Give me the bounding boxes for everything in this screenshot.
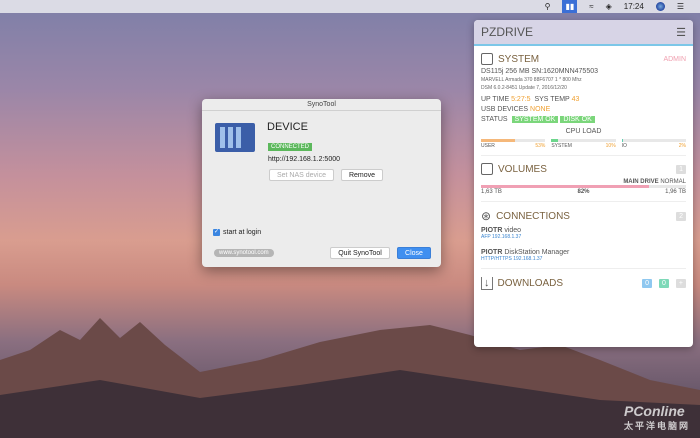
bar-label: SYSTEM (551, 143, 572, 149)
start-at-login-checkbox[interactable]: ✓ (213, 229, 220, 236)
conn-app: video (504, 227, 522, 234)
drive-state: NORMAL (660, 179, 686, 185)
bar-value: 53% (535, 143, 546, 149)
watermark-logo: PConline 太平洋电脑网 (623, 403, 690, 431)
conn-ip: 192.168.1.37 (492, 234, 522, 240)
add-download-button[interactable]: + (675, 279, 686, 288)
conn-user: PIOTR (481, 249, 503, 256)
system-icon (481, 53, 493, 65)
temp-value: 43 (571, 96, 580, 103)
downloads-done[interactable]: 0 (659, 279, 669, 288)
device-url: http://192.168.1.2:5000 (268, 156, 341, 163)
cpu-text: MARVELL Armada 370 88F6707 1 * 800 Mhz (481, 77, 582, 83)
hamburger-menu-icon[interactable]: ☰ (676, 26, 686, 39)
download-icon: ↓ (481, 277, 493, 290)
conn-app: DiskStation Manager (504, 249, 570, 256)
cpu-bar-user: USER 53% (481, 139, 546, 149)
used-space: 1,63 TB (481, 189, 502, 195)
volume-icon[interactable]: ◈ (606, 2, 612, 11)
dsm-text: DSM 6.0.2-8451 Update 7, 2016/12/20 (481, 85, 567, 91)
downloads-active[interactable]: 0 (642, 279, 652, 288)
cpu-bar-io: IO 2% (621, 139, 686, 149)
siri-icon[interactable] (655, 2, 665, 11)
volumes-count: 1 (676, 164, 686, 174)
volumes-title: VOLUMES (498, 163, 547, 175)
bar-value: 10% (605, 143, 616, 149)
connected-badge: CONNECTED (268, 143, 313, 151)
connections-title: CONNECTIONS (496, 210, 570, 222)
conn-ip: 192.168.1.37 (513, 256, 543, 262)
synotool-dialog: SynoTool DEVICE CONNECTED http://192.168… (202, 99, 441, 267)
uptime-label: UP TIME (481, 96, 510, 103)
usb-value: NONE (530, 106, 551, 113)
website-link[interactable]: www.synotool.com (214, 249, 274, 257)
conn-user: PIOTR (481, 227, 503, 234)
drive-name: MAIN DRIVE (623, 179, 659, 185)
remove-button[interactable]: Remove (341, 169, 383, 181)
role-label: ADMIN (663, 55, 686, 63)
clock[interactable]: 17:24 (624, 2, 644, 11)
temp-label: SYS TEMP (534, 96, 570, 103)
wifi-icon[interactable]: ≈ (589, 2, 593, 11)
dialog-title: SynoTool (202, 99, 441, 111)
search-icon[interactable]: ⚲ (545, 2, 551, 11)
menu-bar: ⚲ ▮▮ ≈ ◈ 17:24 ☰ (0, 0, 700, 13)
used-percent: 82% (577, 189, 590, 195)
connections-icon: ⊛ (481, 209, 492, 223)
device-title: DEVICE (267, 121, 308, 133)
panel-title: PZDRIVE (481, 25, 534, 39)
volumes-icon (481, 163, 493, 175)
bar-value: 2% (678, 143, 686, 149)
system-ok-badge: SYSTEM OK (511, 116, 559, 123)
start-at-login-label: start at login (223, 229, 262, 236)
quit-button[interactable]: Quit SynoTool (330, 247, 390, 259)
connections-count: 2 (676, 211, 686, 221)
usb-label: USB DEVICES (481, 106, 529, 113)
bar-label: IO (621, 143, 627, 149)
set-nas-device-button[interactable]: Set NAS device (269, 169, 334, 181)
disk-ok-badge: DISK OK (560, 116, 595, 123)
connection-item: PIOTR video AFP 192.168.1.37 (481, 227, 686, 240)
system-title: SYSTEM (498, 53, 540, 65)
model-text: DS115j 256 MB SN:1620MNN475503 (481, 68, 598, 75)
uptime-value: 5:27:5 (511, 96, 531, 103)
notification-center-icon[interactable]: ☰ (677, 2, 684, 11)
status-label: STATUS (481, 116, 508, 123)
connection-item: PIOTR DiskStation Manager HTTP/HTTPS 192.… (481, 249, 686, 262)
synotool-menu-icon[interactable]: ▮▮ (562, 0, 578, 13)
pzdrive-panel: PZDRIVE ☰ SYSTEM ADMIN DS115j 256 MB SN:16… (474, 20, 693, 347)
total-space: 1,96 TB (665, 189, 686, 195)
close-button[interactable]: Close (397, 247, 431, 259)
nas-device-icon (215, 123, 255, 152)
cpu-bar-system: SYSTEM 10% (551, 139, 616, 149)
cpu-load-title: CPU LOAD (565, 128, 602, 135)
downloads-title: DOWNLOADS (497, 278, 564, 289)
conn-proto: HTTP/HTTPS (481, 256, 512, 262)
conn-proto: AFP (481, 234, 491, 240)
bar-label: USER (481, 143, 495, 149)
